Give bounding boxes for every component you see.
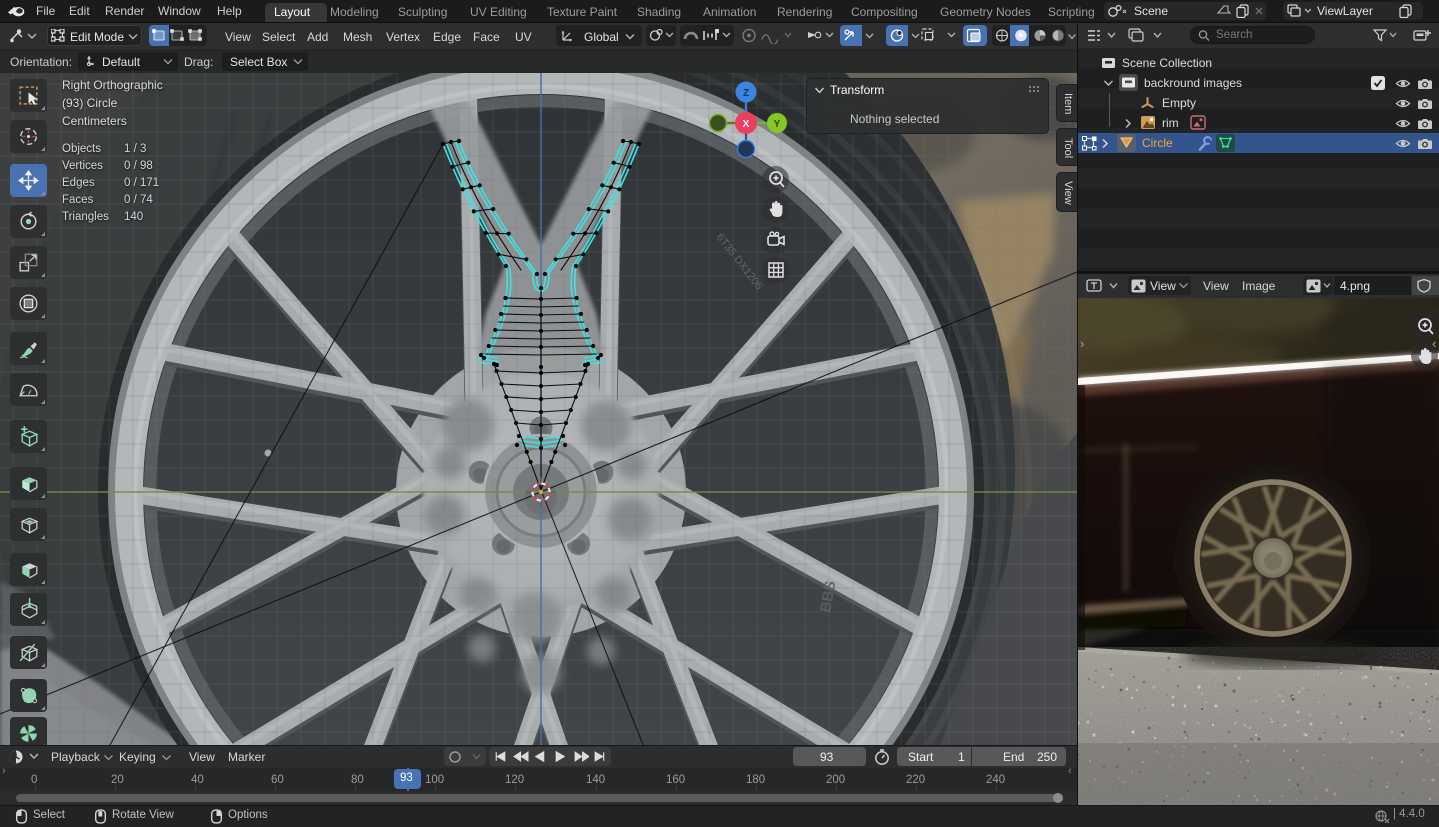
svg-text:X: X [742,118,749,130]
svg-text:Z: Z [743,88,749,99]
svg-text:Y: Y [774,119,781,130]
